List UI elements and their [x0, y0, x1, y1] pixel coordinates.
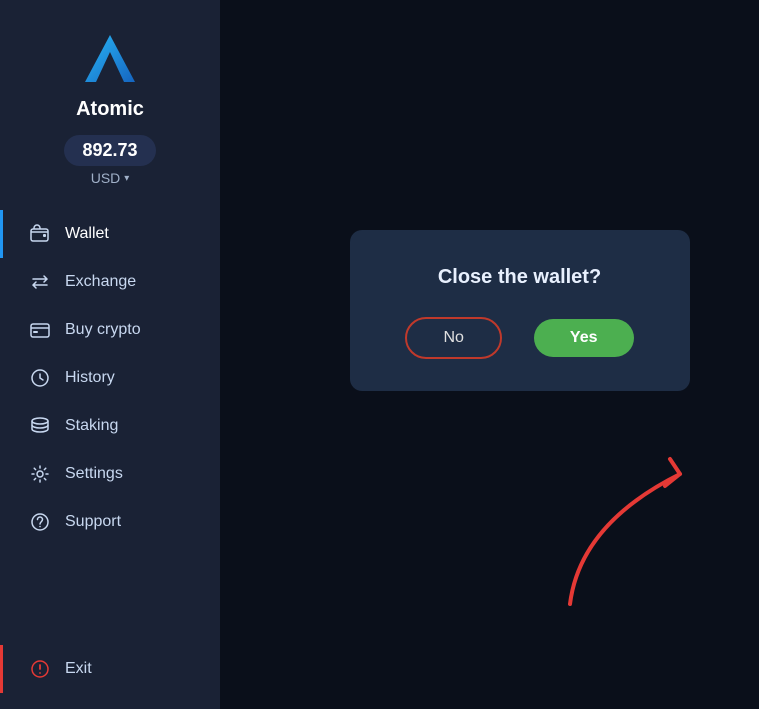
sidebar-nav: Wallet Exchange Buy crypto [0, 210, 220, 546]
staking-icon [29, 415, 51, 437]
support-icon [29, 511, 51, 533]
sidebar-item-wallet-label: Wallet [65, 225, 109, 243]
sidebar-item-support[interactable]: Support [0, 498, 220, 546]
currency-selector[interactable]: USD ▾ [91, 170, 130, 186]
close-wallet-dialog: Close the wallet? No Yes [350, 230, 690, 391]
sidebar-item-history[interactable]: History [0, 354, 220, 402]
sidebar-item-exchange-label: Exchange [65, 273, 136, 291]
main-content: Close the wallet? No Yes [220, 0, 759, 709]
balance-display: 892.73 [64, 135, 155, 166]
sidebar-item-buy-crypto-label: Buy crypto [65, 321, 141, 339]
sidebar: Atomic 892.73 USD ▾ Wallet [0, 0, 220, 709]
arrow-annotation [540, 444, 759, 629]
no-button[interactable]: No [405, 317, 501, 359]
exit-icon [29, 658, 51, 680]
exchange-icon [29, 271, 51, 293]
dialog-buttons: No Yes [405, 317, 633, 359]
sidebar-item-settings-label: Settings [65, 465, 123, 483]
sidebar-item-wallet[interactable]: Wallet [0, 210, 220, 258]
sidebar-item-staking-label: Staking [65, 417, 118, 435]
yes-button[interactable]: Yes [534, 319, 634, 357]
sidebar-item-exit[interactable]: Exit [0, 645, 220, 693]
sidebar-item-buy-crypto[interactable]: Buy crypto [0, 306, 220, 354]
settings-icon [29, 463, 51, 485]
sidebar-item-support-label: Support [65, 513, 121, 531]
app-logo-icon [80, 30, 140, 90]
buy-crypto-icon [29, 319, 51, 341]
sidebar-item-exchange[interactable]: Exchange [0, 258, 220, 306]
sidebar-item-staking[interactable]: Staking [0, 402, 220, 450]
dialog-title: Close the wallet? [438, 266, 601, 289]
sidebar-item-settings[interactable]: Settings [0, 450, 220, 498]
app-name: Atomic [76, 98, 144, 121]
history-icon [29, 367, 51, 389]
sidebar-item-history-label: History [65, 369, 115, 387]
wallet-icon [29, 223, 51, 245]
chevron-down-icon: ▾ [124, 173, 129, 184]
sidebar-item-exit-label: Exit [65, 660, 92, 678]
currency-label: USD [91, 170, 121, 186]
